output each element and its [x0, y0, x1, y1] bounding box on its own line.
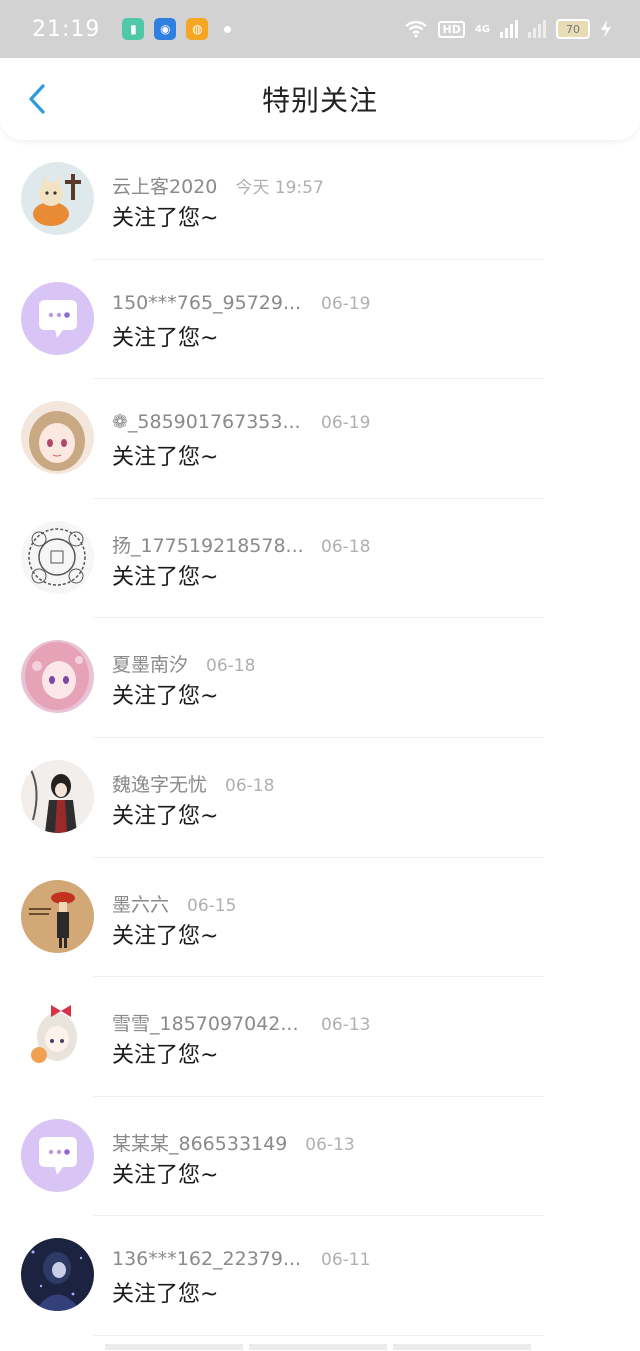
avatar[interactable]: [21, 1238, 94, 1312]
name-row: 扬_177519218578... 06-18: [112, 531, 370, 558]
list-item[interactable]: 某某某_866533149 06-13 关注了您~: [0, 1097, 640, 1217]
avatar[interactable]: [21, 162, 94, 235]
follow-time: 06-18: [206, 656, 256, 677]
follow-message: 关注了您~: [112, 1043, 219, 1069]
nav-header: 特别关注: [0, 58, 640, 140]
follow-message: 关注了您~: [112, 1282, 219, 1308]
follow-message: 关注了您~: [112, 445, 219, 471]
follow-time: 06-13: [305, 1134, 355, 1155]
hd-voice-icon: HD: [438, 20, 465, 38]
user-name[interactable]: ❁_585901767353...: [112, 411, 321, 433]
more-notifications-dot-icon: [224, 25, 232, 33]
name-row: ❁_585901767353... 06-19: [112, 411, 370, 433]
signal-strength-icon: [500, 20, 518, 38]
chevron-left-icon: [29, 84, 45, 114]
battery-icon: 70: [556, 19, 590, 39]
follow-message: 关注了您~: [112, 206, 219, 231]
avatar[interactable]: [21, 520, 94, 594]
user-name[interactable]: 150***765_95729...: [112, 292, 321, 314]
name-row: 夏墨南汐 06-18: [112, 650, 255, 677]
name-row: 150***765_95729... 06-19: [112, 292, 370, 314]
app-notification-icon: ▮: [122, 18, 145, 40]
name-row: 136***162_22379... 06-11: [112, 1248, 370, 1270]
avatar[interactable]: [21, 999, 94, 1073]
back-button[interactable]: [22, 82, 52, 116]
user-name[interactable]: 136***162_22379...: [112, 1248, 321, 1270]
follow-message: 关注了您~: [112, 923, 219, 949]
list-item[interactable]: 云上客2020 今天 19:57 关注了您~: [0, 140, 640, 260]
list-item[interactable]: 扬_177519218578... 06-18 关注了您~: [0, 499, 640, 619]
user-name[interactable]: 雪雪_1857097042...: [112, 1009, 321, 1036]
user-name[interactable]: 墨六六: [112, 890, 169, 917]
follow-time: 06-19: [321, 293, 371, 314]
follow-message: 关注了您~: [112, 684, 219, 710]
name-row: 墨六六 06-15: [112, 890, 236, 917]
list-item[interactable]: 雪雪_1857097042... 06-13 关注了您~: [0, 977, 640, 1097]
follow-message: 关注了您~: [112, 803, 219, 829]
page-title: 特别关注: [261, 84, 378, 117]
avatar[interactable]: [21, 401, 94, 475]
bottom-scroll-hint: [105, 1344, 531, 1350]
avatar[interactable]: [21, 640, 94, 714]
status-right: HD 4G 70: [404, 19, 612, 39]
status-bar: 21:19 ▮ ◉ ◍ HD 4G 70: [0, 0, 640, 58]
follow-time: 今天 19:57: [235, 178, 324, 198]
follow-time: 06-18: [225, 775, 275, 796]
list-item[interactable]: 136***162_22379... 06-11 关注了您~: [0, 1216, 640, 1336]
user-name[interactable]: 夏墨南汐: [112, 650, 188, 677]
list-item[interactable]: 墨六六 06-15 关注了您~: [0, 858, 640, 978]
follower-list: 云上客2020 今天 19:57 关注了您~ 150***765_95729... 06…: [0, 140, 640, 1336]
follow-time: 06-13: [321, 1015, 371, 1036]
name-row: 魏逸字无忧 06-18: [112, 770, 274, 797]
user-name[interactable]: 云上客2020: [112, 172, 217, 199]
avatar[interactable]: [21, 759, 94, 833]
follow-message: 关注了您~: [112, 325, 219, 351]
list-item[interactable]: ❁_585901767353... 06-19 关注了您~: [0, 379, 640, 499]
follow-time: 06-11: [321, 1250, 371, 1271]
user-name[interactable]: 扬_177519218578...: [112, 531, 321, 558]
name-row: 云上客2020 今天 19:57: [112, 172, 324, 199]
signal-no-service-icon: [528, 20, 546, 38]
browser-notification-icon: ◉: [154, 18, 177, 40]
network-type: 4G: [474, 23, 490, 35]
follow-time: 06-19: [321, 413, 371, 434]
follow-message: 关注了您~: [112, 564, 219, 590]
follow-message: 关注了您~: [112, 1162, 219, 1188]
name-row: 雪雪_1857097042... 06-13: [112, 1009, 370, 1036]
row-divider: [93, 1334, 544, 1336]
avatar[interactable]: [21, 281, 94, 355]
list-item[interactable]: 魏逸字无忧 06-18 关注了您~: [0, 738, 640, 858]
list-item[interactable]: 150***765_95729... 06-19 关注了您~: [0, 260, 640, 380]
follow-time: 06-15: [187, 895, 237, 916]
name-row: 某某某_866533149 06-13: [112, 1129, 355, 1156]
user-name[interactable]: 某某某_866533149: [112, 1129, 287, 1156]
avatar[interactable]: [21, 879, 94, 953]
status-time: 21:19: [32, 16, 101, 42]
follow-time: 06-18: [321, 536, 371, 557]
charging-icon: [601, 20, 611, 38]
user-name[interactable]: 魏逸字无忧: [112, 770, 207, 797]
status-left: 21:19 ▮ ◉ ◍: [32, 16, 232, 42]
weibo-notification-icon: ◍: [186, 18, 209, 40]
wifi-icon: [405, 20, 428, 38]
avatar[interactable]: [21, 1118, 94, 1192]
list-item[interactable]: 夏墨南汐 06-18 关注了您~: [0, 618, 640, 738]
